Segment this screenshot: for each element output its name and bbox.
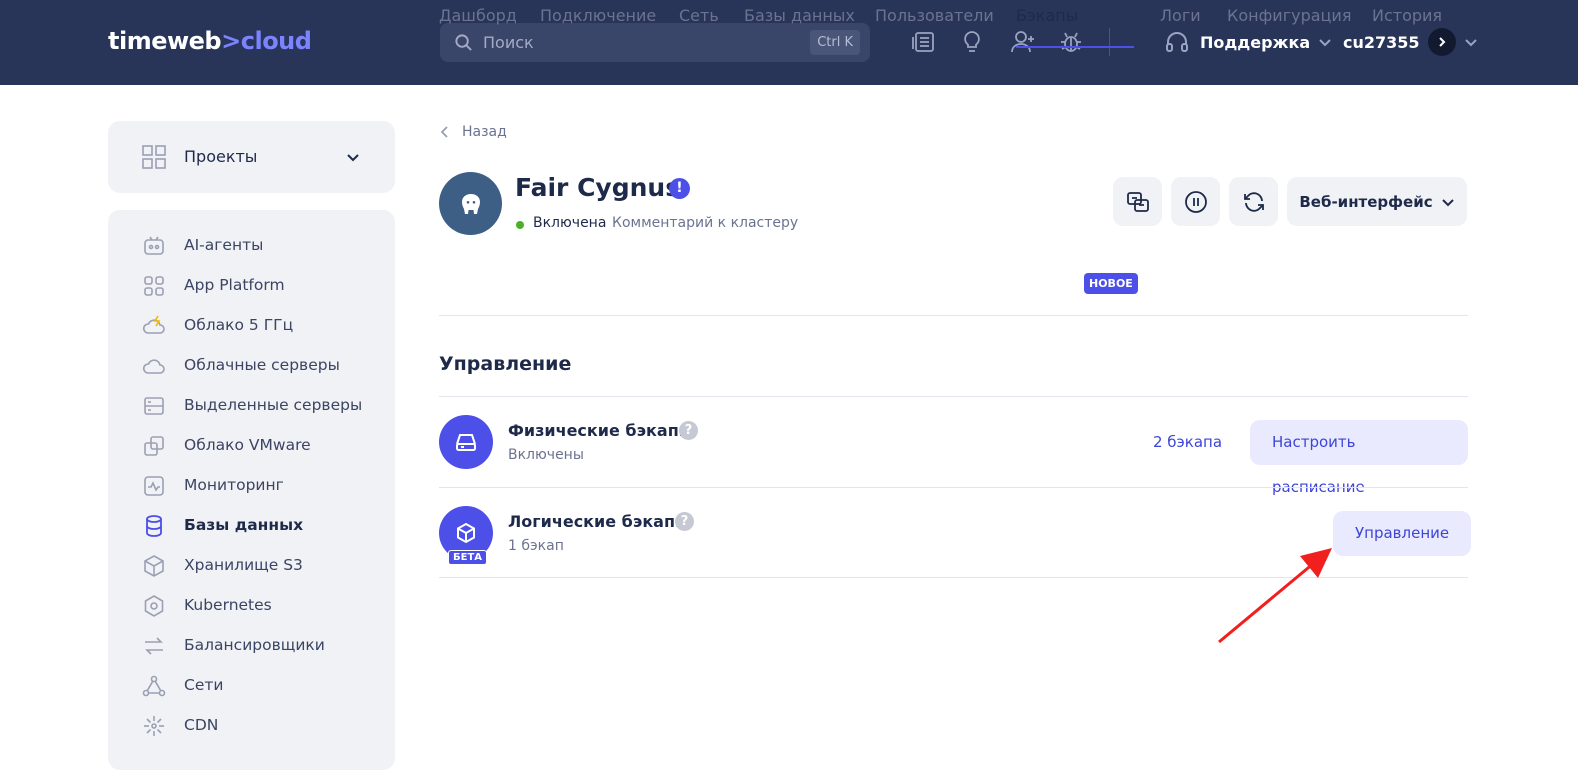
tab-users[interactable]: Пользователи <box>875 6 994 48</box>
web-interface-dropdown[interactable]: Веб-интерфейс <box>1287 177 1467 226</box>
manage-logical-backups-button[interactable]: Управление <box>1333 511 1472 556</box>
tab-backups[interactable]: Бэкапы <box>1016 6 1134 48</box>
sidebar-item-dedicated-servers[interactable]: Выделенные серверы <box>108 388 395 424</box>
sidebar-item-cloud-5ghz[interactable]: Облако 5 ГГц <box>108 308 395 344</box>
warning-icon[interactable]: ! <box>669 178 690 199</box>
hard-drive-icon <box>439 415 493 469</box>
tab-databases[interactable]: Базы данных <box>744 6 855 48</box>
cloud-icon <box>142 359 165 374</box>
tab-dashboard[interactable]: Дашборд <box>439 6 517 48</box>
chevron-down-icon <box>1464 39 1477 47</box>
pause-icon <box>1184 190 1207 213</box>
tab-network[interactable]: Сеть <box>679 6 719 48</box>
storage-box-icon <box>144 555 164 577</box>
tab-connection[interactable]: Подключение <box>540 6 656 48</box>
server-icon <box>144 397 164 415</box>
database-icon <box>146 515 162 537</box>
cluster-status: Включена <box>533 215 607 231</box>
sidebar-item-databases[interactable]: Базы данных <box>108 508 395 544</box>
section-title: Управление <box>439 353 572 375</box>
sidebar-item-cdn[interactable]: CDN <box>108 708 395 744</box>
clone-icon <box>1126 191 1149 212</box>
logo[interactable]: timeweb>cloud <box>108 27 312 55</box>
physical-backups-row: Физические бэкапы ? Включены 2 бэкапа На… <box>439 396 1468 496</box>
annotation-arrow-icon <box>1218 548 1332 644</box>
tab-history[interactable]: История <box>1372 6 1442 48</box>
cloud-lightning-icon <box>142 315 165 334</box>
refresh-icon <box>1243 191 1264 212</box>
sidebar-item-networks[interactable]: Сети <box>108 668 395 704</box>
sidebar-item-balancers[interactable]: Балансировщики <box>108 628 395 664</box>
restart-button[interactable] <box>1229 177 1278 226</box>
kubernetes-icon <box>144 595 164 617</box>
projects-label: Проекты <box>184 147 258 166</box>
tab-bar <box>439 268 1468 316</box>
cluster-name: Fair Cygnus <box>515 173 681 202</box>
clone-button[interactable] <box>1113 177 1162 226</box>
sidebar-nav: AI-агенты App Platform Облако 5 ГГц Обла… <box>108 210 395 770</box>
sidebar-item-s3-storage[interactable]: Хранилище S3 <box>108 548 395 584</box>
vmware-icon <box>144 436 164 456</box>
back-link[interactable]: Назад <box>440 124 507 140</box>
physical-backups-count-link[interactable]: 2 бэкапа <box>1153 433 1222 451</box>
apps-grid-icon <box>144 276 164 296</box>
help-icon[interactable]: ? <box>679 421 698 440</box>
help-icon[interactable]: ? <box>675 512 694 531</box>
robot-icon <box>144 236 164 255</box>
pause-button[interactable] <box>1171 177 1220 226</box>
sidebar-item-cloud-servers[interactable]: Облачные серверы <box>108 348 395 384</box>
physical-backups-title: Физические бэкапы <box>508 421 694 440</box>
beta-badge: БЕТА <box>448 550 488 565</box>
sidebar-item-ai-agents[interactable]: AI-агенты <box>108 228 395 264</box>
projects-grid-icon <box>142 145 166 169</box>
logical-backups-count: 1 бэкап <box>508 538 564 554</box>
sidebar-item-monitoring[interactable]: Мониторинг <box>108 468 395 504</box>
network-icon <box>142 675 166 697</box>
chevron-down-icon <box>347 154 359 162</box>
projects-selector[interactable]: Проекты <box>108 121 395 193</box>
postgres-elephant-icon <box>439 172 502 235</box>
logical-backups-title: Логические бэкапы <box>508 512 690 531</box>
tab-configuration[interactable]: Конфигурация <box>1227 6 1351 48</box>
sidebar-item-app-platform[interactable]: App Platform <box>108 268 395 304</box>
tab-logs[interactable]: Логи <box>1160 6 1201 48</box>
chevron-left-icon <box>440 126 448 138</box>
status-dot <box>516 221 524 229</box>
cdn-icon <box>144 716 164 736</box>
balancer-arrows-icon <box>145 637 163 655</box>
sidebar-item-vmware[interactable]: Облако VMware <box>108 428 395 464</box>
physical-backups-status: Включены <box>508 447 584 463</box>
sidebar-item-kubernetes[interactable]: Kubernetes <box>108 588 395 624</box>
new-badge: НОВОЕ <box>1084 273 1138 294</box>
cluster-comment-link[interactable]: Комментарий к кластеру <box>612 215 798 231</box>
chevron-down-icon <box>1441 198 1454 206</box>
configure-schedule-button[interactable]: Настроить расписание <box>1250 420 1468 496</box>
monitoring-icon <box>144 476 164 496</box>
